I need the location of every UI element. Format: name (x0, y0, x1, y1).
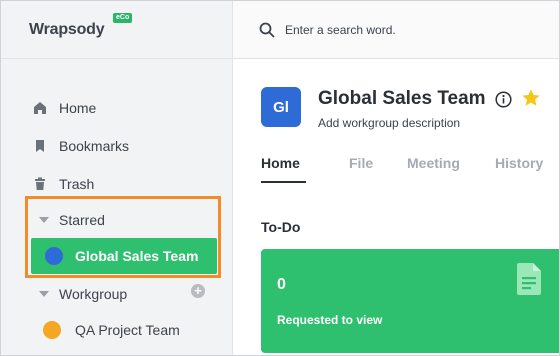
sidebar-item-label: Home (59, 100, 97, 116)
add-workgroup-plus-icon[interactable]: + (191, 284, 205, 298)
logo-area: Wrapsody eCo (1, 1, 233, 59)
workgroup-avatar: Gl (261, 87, 301, 127)
workgroup-description[interactable]: Add workgroup description (318, 116, 460, 130)
home-icon (34, 102, 46, 114)
tab-history[interactable]: History (495, 155, 543, 171)
main-content: Gl Global Sales Team Add workgroup descr… (233, 59, 559, 355)
todo-count: 0 (277, 276, 286, 293)
tab-meeting[interactable]: Meeting (407, 155, 460, 171)
sidebar-item-trash[interactable]: Trash (33, 173, 94, 195)
info-icon[interactable] (495, 91, 512, 108)
active-tab-indicator (261, 181, 306, 183)
sidebar-item-label: Trash (59, 176, 95, 192)
team-color-dot (43, 321, 61, 339)
section-label: Workgroup (59, 286, 128, 302)
trash-icon (35, 177, 45, 190)
star-icon[interactable] (521, 88, 541, 108)
tab-file[interactable]: File (349, 155, 373, 171)
sidebar-item-bookmarks[interactable]: Bookmarks (33, 135, 129, 157)
tab-home[interactable]: Home (261, 155, 300, 171)
team-color-dot (45, 247, 63, 265)
workgroup-section-toggle[interactable]: Workgroup (39, 284, 127, 304)
bookmark-icon (36, 140, 44, 152)
search-input[interactable] (285, 19, 545, 41)
sidebar-item-label: Global Sales Team (75, 248, 199, 264)
sidebar-item-label: Bookmarks (59, 138, 130, 154)
search-icon[interactable] (259, 22, 275, 38)
search-bar (233, 1, 559, 59)
todo-label: Requested to view (277, 313, 383, 327)
eco-badge: eCo (113, 13, 133, 23)
app-logo[interactable]: Wrapsody (29, 21, 105, 39)
document-icon (517, 263, 541, 295)
sidebar-item-label: QA Project Team (75, 322, 180, 338)
app-window: Wrapsody eCo Home Bookmarks (0, 0, 560, 356)
requested-to-view-card[interactable]: 0 Requested to view (261, 249, 559, 353)
todo-heading: To-Do (261, 219, 301, 235)
sidebar-item-home[interactable]: Home (33, 97, 96, 119)
workgroup-title: Global Sales Team (318, 88, 486, 109)
sidebar-item-qa-project-team[interactable]: QA Project Team (43, 319, 180, 341)
sidebar-item-global-sales-team[interactable]: Global Sales Team (31, 238, 217, 274)
caret-down-icon (39, 291, 49, 297)
